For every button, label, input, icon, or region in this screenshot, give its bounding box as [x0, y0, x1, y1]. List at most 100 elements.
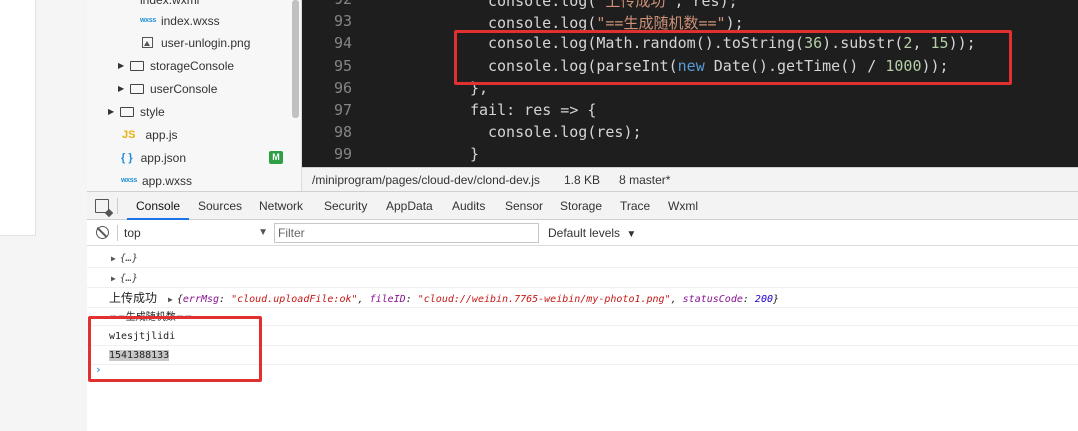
- file-tree-item-label: index.wxss: [160, 13, 220, 28]
- expand-arrow-icon[interactable]: ▶: [111, 254, 116, 263]
- json-icon: { }: [121, 151, 133, 164]
- file-tree-item-app-json[interactable]: { } app.json: [121, 146, 186, 169]
- file-path: /miniprogram/pages/cloud-dev/clond-dev.j…: [312, 172, 540, 187]
- tab-trace[interactable]: Trace: [620, 192, 650, 220]
- git-branch[interactable]: ȣ master*: [619, 173, 670, 187]
- devtools-panel: Console Sources Network Security AppData…: [87, 191, 1078, 431]
- expand-arrow-icon[interactable]: ▶: [168, 295, 173, 304]
- object-value: 200: [754, 294, 773, 305]
- code-line: fail: res => {: [470, 101, 596, 119]
- editor-statusbar: /miniprogram/pages/cloud-dev/clond-dev.j…: [302, 167, 1078, 191]
- object-key: statusCode: [682, 294, 743, 305]
- file-tree-item-userconsole[interactable]: ▶ userConsole: [118, 77, 217, 100]
- inspect-element-icon[interactable]: [95, 199, 109, 213]
- line-number: 99: [333, 145, 352, 164]
- file-tree-item-app-js[interactable]: JS app.js: [122, 123, 178, 146]
- context-select-value: top: [124, 226, 141, 240]
- line-number: 92: [334, 0, 352, 8]
- tab-network[interactable]: Network: [259, 192, 303, 220]
- object-key: fileID: [369, 294, 406, 305]
- file-tree-item-user-unlogin[interactable]: user-unlogin.png: [142, 31, 250, 54]
- annotation-highlight-console: [88, 316, 262, 382]
- object-value: "cloud.uploadFile:ok": [231, 294, 358, 305]
- js-icon: JS: [122, 128, 136, 141]
- git-branch-label: master*: [629, 172, 671, 187]
- line-number: 96: [333, 78, 352, 97]
- expand-arrow-icon[interactable]: ▶: [111, 274, 116, 283]
- line-gutter: 92 93 94 95 96 97 98 99: [302, 0, 362, 167]
- tab-sources[interactable]: Sources: [198, 192, 242, 220]
- clear-console-icon[interactable]: [96, 226, 109, 239]
- file-tree-scrollbar[interactable]: [292, 0, 299, 118]
- file-tree-item-label: user-unlogin.png: [161, 35, 251, 50]
- file-tree-item-label: style: [140, 104, 165, 119]
- code-token: console.log(: [488, 0, 597, 10]
- object-value: "cloud://weibin.7765-weibin/my-photo1.pn…: [417, 294, 671, 305]
- annotation-highlight-code: [454, 30, 1012, 85]
- code-token: , res);: [674, 0, 738, 10]
- folder-icon: [120, 106, 134, 117]
- code-line: console.log(res);: [488, 123, 642, 141]
- app-root: index.wxml wxss index.wxss user-unlogin.…: [0, 0, 1078, 431]
- devtools-tabbar: Console Sources Network Security AppData…: [87, 192, 1078, 220]
- console-object: {…}: [119, 273, 138, 284]
- filter-input[interactable]: [274, 223, 539, 243]
- line-number: 98: [333, 123, 352, 142]
- simulator-area: [0, 0, 87, 431]
- tab-storage[interactable]: Storage: [560, 192, 602, 220]
- tab-wxml[interactable]: Wxml: [668, 192, 698, 220]
- console-message[interactable]: ▶ {…}: [87, 269, 1078, 288]
- toolbar-divider: [117, 225, 118, 241]
- line-number: 97: [333, 101, 352, 119]
- tab-appdata[interactable]: AppData: [386, 192, 433, 220]
- log-levels-select[interactable]: Default levels ▼: [548, 223, 636, 243]
- git-modified-badge: M: [269, 151, 283, 164]
- console-toolbar: top ▼ Default levels ▼: [87, 220, 1078, 246]
- line-number: 94: [333, 34, 352, 53]
- dropdown-arrow-icon: ▼: [258, 227, 268, 238]
- console-output: ▶ {…} ▶ {…} 上传成功 ▶ {errMsg: "cloud.uploadFi…: [87, 246, 1078, 431]
- console-message-upload[interactable]: 上传成功 ▶ {errMsg: "cloud.uploadFile:ok", fi…: [87, 289, 1078, 308]
- chevron-right-icon: ▶: [108, 107, 115, 116]
- object-key: errMsg: [182, 294, 220, 305]
- code-token: fail: res => {: [470, 101, 597, 119]
- code-token: '上传成功': [596, 0, 675, 10]
- context-select[interactable]: top ▼: [124, 223, 268, 243]
- file-tree-item-label: app.json: [140, 150, 186, 165]
- file-tree-item-app-wxss[interactable]: wxss app.wxss: [121, 169, 192, 191]
- chevron-right-icon: ▶: [118, 84, 125, 93]
- file-tree-item-index-wxss[interactable]: wxss index.wxss: [140, 9, 220, 32]
- wxss-icon: wxss: [140, 17, 156, 24]
- line-number: 93: [333, 12, 352, 31]
- file-tree-item-label: storageConsole: [150, 58, 235, 73]
- code-token: console.log(res);: [488, 123, 642, 142]
- line-number: 95: [333, 56, 352, 75]
- code-line: }: [470, 145, 479, 163]
- tab-audits[interactable]: Audits: [452, 192, 485, 220]
- file-tree: index.wxml wxss index.wxss user-unlogin.…: [87, 0, 302, 191]
- log-levels-label: Default levels: [548, 226, 621, 240]
- code-token: }: [470, 145, 480, 164]
- folder-icon: [130, 83, 144, 94]
- dropdown-arrow-icon: ▼: [626, 229, 637, 240]
- tab-divider: [117, 198, 118, 214]
- file-tree-item-label: userConsole: [150, 81, 218, 96]
- file-tree-item-style[interactable]: ▶ style: [108, 100, 165, 123]
- file-tree-item-storageconsole[interactable]: ▶ storageConsole: [118, 54, 234, 77]
- file-tree-item-label: app.js: [145, 127, 178, 142]
- console-object: {…}: [119, 253, 138, 264]
- wxss-icon: wxss: [121, 177, 137, 184]
- branch-icon: ȣ: [619, 172, 630, 187]
- code-line: console.log('上传成功', res);: [488, 0, 738, 11]
- console-text: 上传成功: [109, 291, 158, 305]
- file-size: 1.8 KB: [564, 172, 601, 187]
- simulator-page: [0, 0, 36, 236]
- folder-icon: [130, 60, 144, 71]
- image-icon: [142, 37, 153, 48]
- file-tree-item-label: app.wxss: [141, 173, 192, 188]
- tab-sensor[interactable]: Sensor: [505, 192, 543, 220]
- tab-security[interactable]: Security: [324, 192, 367, 220]
- tab-console[interactable]: Console: [127, 192, 190, 220]
- code-editor[interactable]: 92 93 94 95 96 97 98 99 console.log('上传成功', res…: [302, 0, 1078, 167]
- console-message[interactable]: ▶ {…}: [87, 249, 1078, 268]
